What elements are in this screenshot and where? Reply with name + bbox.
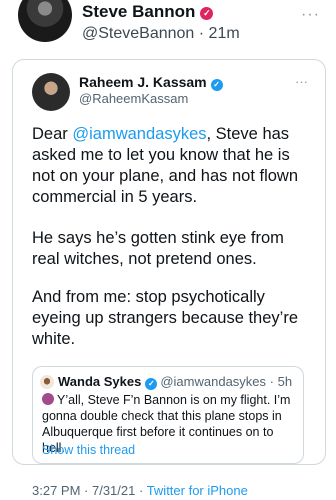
steve-bannon-avatar[interactable]: [18, 0, 72, 42]
woman-emoji-icon: [42, 393, 54, 405]
outer-name-text[interactable]: Steve Bannon: [82, 2, 195, 21]
wanda-sykes-avatar[interactable]: [40, 375, 54, 389]
verified-badge-icon: ✓: [210, 79, 223, 91]
outer-handle[interactable]: @SteveBannon: [82, 25, 194, 42]
inner-display-name[interactable]: Raheem J. Kassam ✓: [79, 74, 223, 91]
inner-name-text[interactable]: Raheem J. Kassam: [79, 74, 207, 90]
quote-time[interactable]: 5h: [278, 374, 292, 389]
p1-pre: Dear: [32, 125, 73, 143]
mention-link[interactable]: @iamwandasykes: [72, 125, 206, 143]
inner-more-options-icon[interactable]: ···: [295, 74, 308, 89]
verified-badge-icon: ✓: [145, 378, 158, 390]
tweet-paragraph-2: He says he’s gotten stink eye from real …: [32, 229, 284, 268]
tweet-footer: 3:27 PM · 7/31/21 · Twitter for iPhone: [32, 483, 248, 498]
quote-handle[interactable]: @iamwandasykes: [160, 374, 266, 389]
quote-name-text[interactable]: Wanda Sykes: [58, 374, 141, 389]
outer-time[interactable]: 21m: [209, 25, 240, 42]
more-options-icon[interactable]: ···: [301, 6, 320, 24]
quote-header: Wanda Sykes ✓ @iamwandasykes · 5h: [58, 374, 293, 390]
tweet-paragraph-1: Dear @iamwandasykes, Steve has asked me …: [32, 124, 314, 208]
tweet-paragraph-3: And from me: stop psychotically eyeing u…: [32, 288, 298, 348]
show-thread-link[interactable]: Show this thread: [42, 443, 135, 458]
outer-handle-time: @SteveBannon · 21m: [82, 25, 240, 42]
footer-date[interactable]: 7/31/21: [92, 483, 135, 498]
footer-time[interactable]: 3:27 PM: [32, 483, 80, 498]
footer-source-link[interactable]: Twitter for iPhone: [147, 483, 248, 498]
raheem-kassam-avatar[interactable]: [32, 73, 70, 111]
inner-handle[interactable]: @RaheemKassam: [79, 91, 188, 107]
verified-badge-icon: ✓: [200, 7, 214, 20]
outer-display-name[interactable]: Steve Bannon ✓: [82, 2, 214, 22]
